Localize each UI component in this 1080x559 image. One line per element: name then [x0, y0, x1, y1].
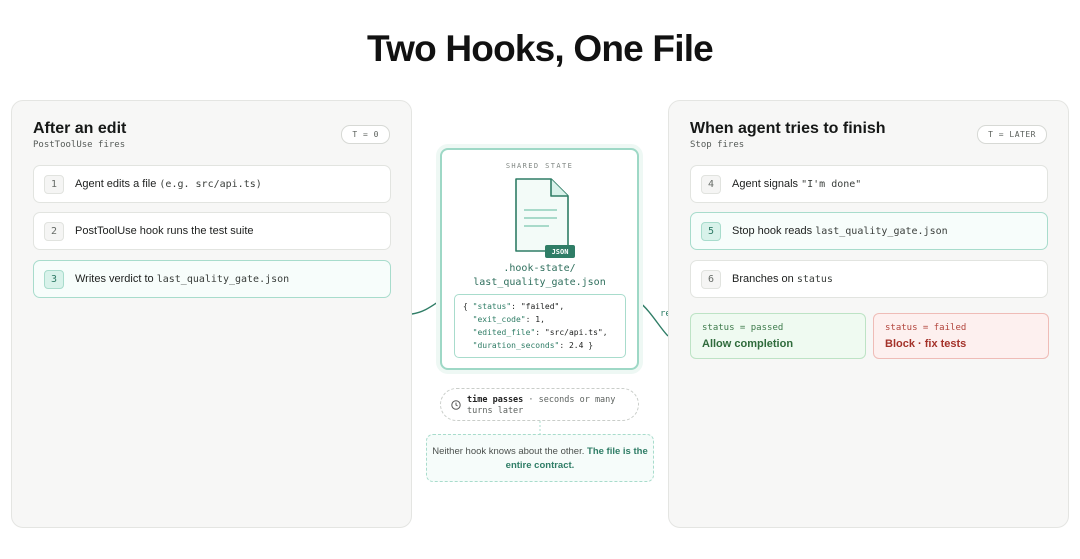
step-number: 4 [701, 174, 721, 194]
step-code: (e.g. src/api.ts) [159, 179, 262, 190]
note-text: Neither hook knows about the other. [432, 446, 588, 457]
step-text: PostToolUse hook runs the test suite [75, 225, 254, 237]
outcome-passed: status = passed Allow completion [690, 313, 866, 359]
step-number: 1 [44, 174, 64, 194]
step-text: Agent edits a file (e.g. src/api.ts) [75, 178, 262, 190]
file-path: .hook-state/ last_quality_gate.json [442, 262, 637, 290]
step-label: Writes verdict to [75, 273, 154, 285]
time-passes-text: time passes · seconds or many turns late… [467, 395, 616, 416]
step-number: 3 [44, 269, 64, 289]
step-text: Writes verdict to last_quality_gate.json [75, 273, 289, 285]
step-code: "I'm done" [801, 179, 862, 190]
step-number: 2 [44, 221, 64, 241]
outcome-failed: status = failed Block · fix tests [873, 313, 1049, 359]
step-3: 3 Writes verdict to last_quality_gate.js… [33, 260, 391, 298]
left-connector [411, 299, 442, 315]
file-path-dir: .hook-state/ [503, 263, 576, 274]
json-preview: { "status": "failed", "exit_code": 1, "e… [454, 294, 626, 358]
step-6: 6 Branches on status [690, 260, 1048, 298]
step-text: Branches on status [732, 273, 833, 285]
outcome-action: Allow completion [702, 338, 794, 350]
step-label: PostToolUse hook runs the test suite [75, 225, 254, 237]
outcome-action: Block · fix tests [885, 338, 967, 350]
file-path-name: last_quality_gate.json [473, 277, 606, 288]
time-passes-pill: time passes · seconds or many turns late… [440, 388, 639, 421]
step-number: 6 [701, 269, 721, 289]
step-label: Agent signals [732, 178, 799, 190]
step-number: 5 [701, 221, 721, 241]
outcome-condition: status = passed [702, 323, 784, 333]
step-text: Agent signals "I'm done" [732, 178, 861, 190]
step-label: Stop hook reads [732, 225, 813, 237]
shared-state-label: SHARED STATE [505, 162, 574, 170]
step-label: Branches on [732, 273, 794, 285]
json-badge: JSON [551, 248, 569, 256]
step-1: 1 Agent edits a file (e.g. src/api.ts) [33, 165, 391, 203]
step-code: status [796, 274, 833, 285]
clock-icon [451, 400, 461, 410]
outcome-condition: status = failed [885, 323, 967, 333]
step-2: 2 PostToolUse hook runs the test suite [33, 212, 391, 250]
panel-subtitle: Stop fires [690, 140, 745, 150]
agent-finish-panel: When agent tries to finish Stop fires T … [668, 100, 1069, 528]
panel-subtitle: PostToolUse fires [33, 140, 126, 150]
step-text: Stop hook reads last_quality_gate.json [732, 225, 948, 237]
step-code: last_quality_gate.json [156, 274, 290, 285]
right-connector [638, 301, 669, 337]
shared-state-card: SHARED STATE JSON .hook-state/ last_qual… [440, 148, 639, 370]
after-edit-panel: After an edit PostToolUse fires T = 0 1 … [11, 100, 412, 528]
step-label: Agent edits a file [75, 178, 157, 190]
panel-title: When agent tries to finish [690, 120, 886, 137]
time-tag: T = 0 [341, 125, 390, 144]
panel-title: After an edit [33, 120, 127, 137]
contract-note: Neither hook knows about the other. The … [426, 434, 654, 482]
step-4: 4 Agent signals "I'm done" [690, 165, 1048, 203]
step-code: last_quality_gate.json [815, 226, 948, 237]
step-5: 5 Stop hook reads last_quality_gate.json [690, 212, 1048, 250]
time-tag: T = LATER [977, 125, 1047, 144]
